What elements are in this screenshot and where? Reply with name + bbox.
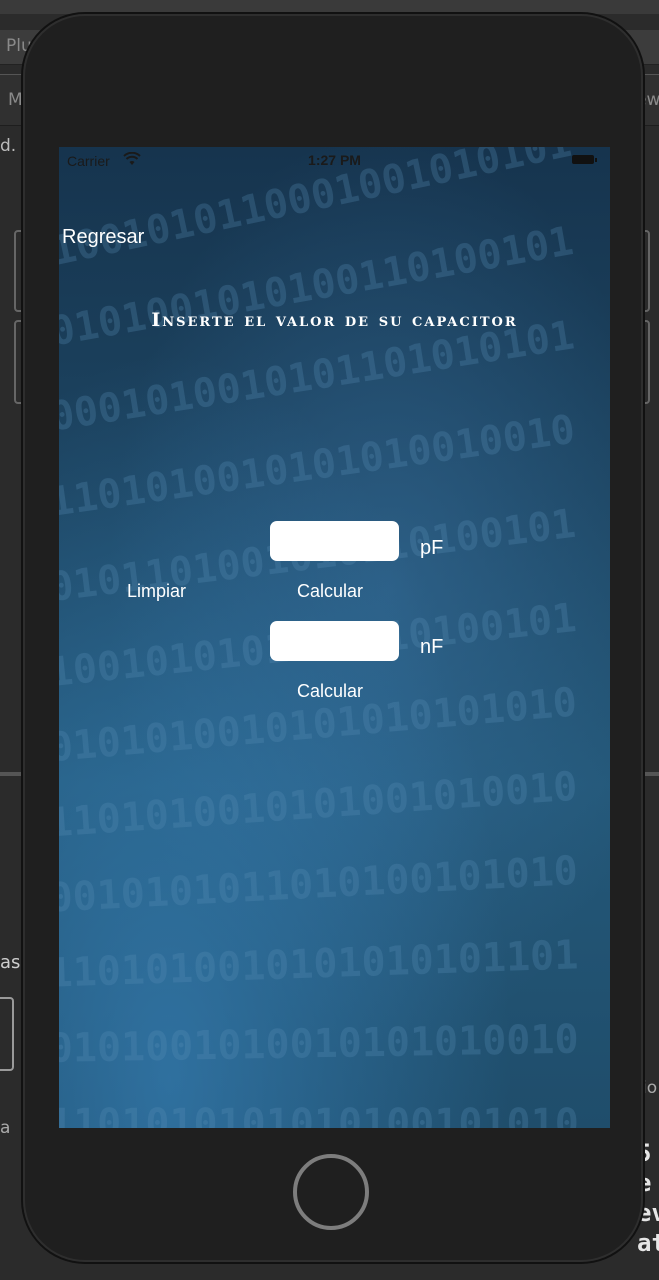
back-button[interactable]: Regresar (62, 226, 144, 249)
app-screen: 1001010110001001010101 01010010101001101… (59, 147, 610, 1128)
background-window-top (0, 0, 659, 14)
nf-unit-label: nF (420, 636, 444, 658)
status-bar: Carrier 1:27 PM (59, 147, 610, 175)
background-right-label: io (642, 1078, 658, 1098)
background-side-field (0, 997, 14, 1071)
pf-unit-label: pF (420, 537, 444, 559)
clear-button[interactable]: Limpiar (127, 581, 186, 602)
svg-text:1101010101010100101010: 1101010101010100101010 (59, 1101, 579, 1128)
svg-text:0101001010010101010010: 0101001010010101010010 (59, 1017, 579, 1072)
background-side-text-bottom: a (0, 1118, 11, 1138)
code-line: atf (637, 1229, 659, 1257)
nf-input[interactable] (270, 621, 399, 661)
background-menu-letter: M (8, 90, 23, 110)
battery-icon (572, 155, 597, 164)
page-title: Inserte el valor de su capacitor (151, 309, 518, 331)
background-side-text: d. (0, 136, 17, 156)
svg-text:1101010010101001010010: 1101010010101001010010 (59, 764, 579, 847)
home-button[interactable] (293, 1154, 369, 1230)
svg-text:1101010010101010101101: 1101010010101010101101 (59, 932, 579, 996)
svg-text:0010101011010100101010: 0010101011010100101010 (59, 848, 579, 922)
status-time: 1:27 PM (308, 152, 361, 168)
calculate-nf-button[interactable]: Calcular (297, 681, 363, 702)
pf-input[interactable] (270, 521, 399, 561)
calculate-pf-button[interactable]: Calcular (297, 581, 363, 602)
